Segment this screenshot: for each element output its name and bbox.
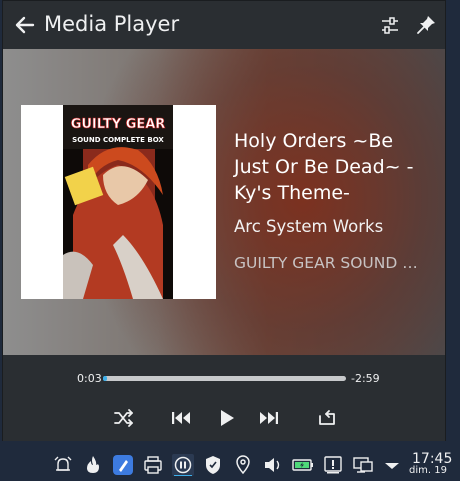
printer-icon[interactable] (142, 454, 164, 476)
cover-title-line2: SOUND COMPLETE BOX (72, 136, 164, 144)
display-icon[interactable] (352, 454, 374, 476)
skip-next-icon[interactable] (257, 406, 281, 430)
page-title: Media Player (44, 12, 180, 36)
skip-previous-icon[interactable] (169, 406, 193, 430)
elapsed-time: 0:03 (77, 372, 102, 385)
track-album: GUILTY GEAR SOUND COMPLETE BOX (234, 254, 424, 272)
arrow-left-icon[interactable] (13, 13, 37, 37)
album-cover: GUILTY GEAR SOUND COMPLETE BOX (21, 105, 216, 299)
pin-icon[interactable] (415, 14, 437, 36)
taskbar (0, 449, 460, 481)
battery-icon[interactable] (292, 454, 314, 476)
alarm-icon[interactable] (52, 454, 74, 476)
notification-icon[interactable] (322, 454, 344, 476)
album-art: GUILTY GEAR SOUND COMPLETE BOX (63, 105, 173, 299)
track-artist: Arc System Works (234, 217, 384, 236)
shuffle-icon[interactable] (112, 406, 136, 430)
header: Media Player (3, 1, 445, 50)
blue-pen-icon[interactable] (112, 454, 134, 476)
blurred-backdrop: GUILTY GEAR SOUND COMPLETE BOX Holy Orde… (3, 49, 445, 355)
volume-icon[interactable] (262, 454, 284, 476)
settings-sliders-icon[interactable] (379, 15, 401, 37)
clock-date[interactable]: dim. 19 (409, 465, 447, 476)
shield-icon[interactable] (202, 454, 224, 476)
chevron-down-icon[interactable] (381, 454, 403, 476)
seek-slider-fill (103, 376, 108, 381)
playback-controls: 0:03 -2:59 (3, 355, 445, 441)
pause-circle-icon[interactable] (172, 454, 194, 476)
remaining-time: -2:59 (351, 372, 380, 385)
seek-slider[interactable] (103, 376, 346, 381)
flame-icon[interactable] (82, 454, 104, 476)
cover-title-line1: GUILTY GEAR (71, 117, 166, 132)
location-pin-icon[interactable] (232, 454, 254, 476)
play-icon[interactable] (215, 406, 239, 430)
media-player-popup: Media Player GUILTY GEAR SOUND COMPLETE … (2, 0, 446, 441)
track-title: Holy Orders ~Be Just Or Be Dead~ -Ky's T… (234, 130, 414, 204)
repeat-icon[interactable] (315, 406, 339, 430)
